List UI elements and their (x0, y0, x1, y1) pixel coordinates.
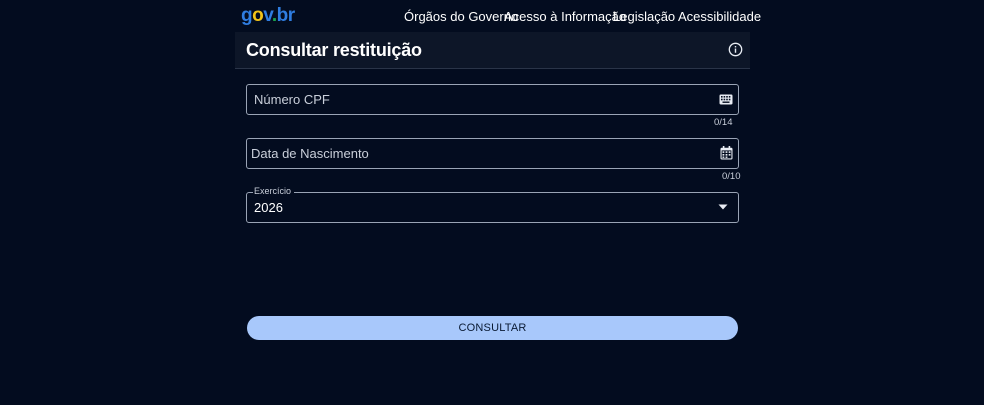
exercise-select-legend: Exercício (253, 186, 295, 196)
exercise-select[interactable]: 2026 (246, 192, 739, 223)
keyboard-icon[interactable] (719, 94, 733, 105)
exercise-select-value: 2026 (254, 200, 283, 215)
nav-link-legislacao[interactable]: Legislação (613, 9, 675, 24)
info-circle-icon[interactable] (728, 42, 743, 57)
chevron-down-icon[interactable] (718, 204, 728, 210)
birth-date-field[interactable]: Data de Nascimento (246, 138, 739, 169)
page: gov.br Órgãos do Governo Acesso à Inform… (0, 0, 984, 405)
birth-date-counter: 0/10 (722, 171, 741, 182)
cpf-field[interactable]: Número CPF (246, 84, 739, 115)
nav-link-acessibilidade[interactable]: Acessibilidade (678, 9, 761, 24)
top-navigation-bar: gov.br Órgãos do Governo Acesso à Inform… (0, 0, 984, 32)
birth-date-field-label: Data de Nascimento (251, 146, 369, 161)
nav-link-acesso-informacao[interactable]: Acesso à Informação (504, 9, 626, 24)
cpf-counter: 0/14 (714, 117, 733, 128)
page-title: Consultar restituição (246, 40, 422, 60)
consult-button[interactable]: CONSULTAR (247, 316, 738, 340)
page-header: Consultar restituição (235, 32, 750, 69)
cpf-field-label: Número CPF (254, 92, 330, 107)
govbr-logo[interactable]: gov.br (241, 5, 295, 27)
calendar-icon[interactable] (720, 146, 733, 160)
nav-link-orgaos[interactable]: Órgãos do Governo (404, 9, 518, 24)
